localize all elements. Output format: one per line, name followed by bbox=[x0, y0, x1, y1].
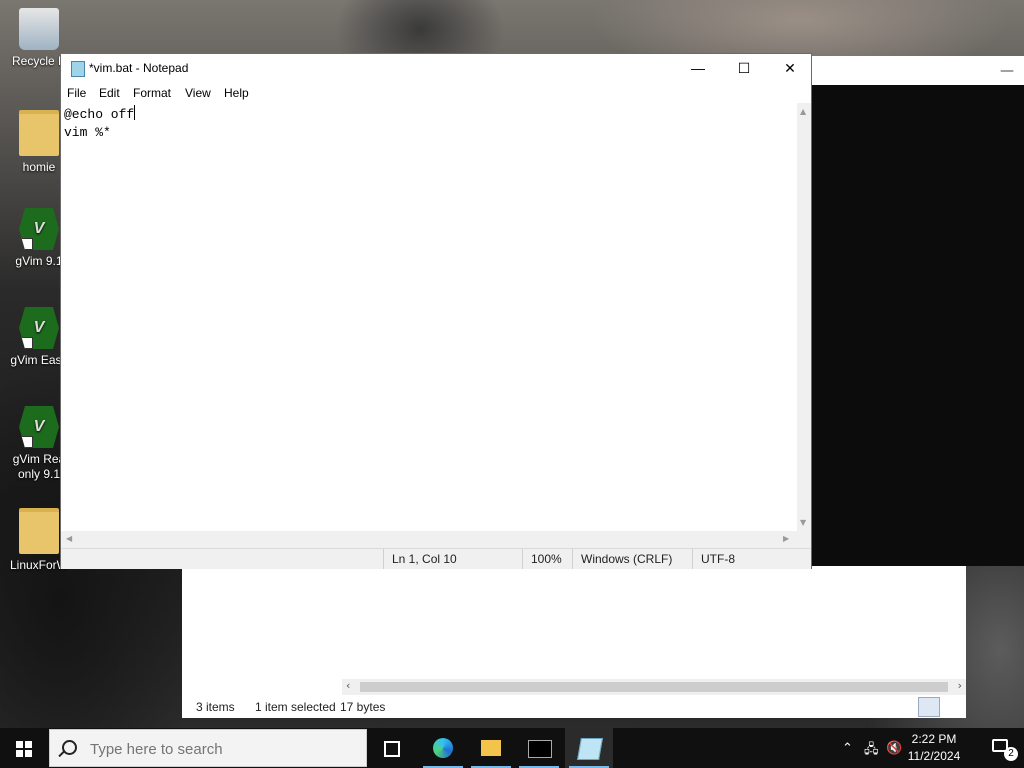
shortcut-arrow-icon bbox=[21, 436, 33, 448]
vim-icon: V bbox=[19, 406, 59, 448]
taskbar: ⌃ 🖧 🔇 2:22 PM 11/2/2024 2 bbox=[0, 728, 1024, 768]
console-window[interactable]: — bbox=[790, 56, 1024, 566]
text-editor[interactable]: @echo off vim %* bbox=[61, 103, 797, 531]
menu-file[interactable]: File bbox=[67, 86, 86, 100]
item-count: 3 items bbox=[196, 700, 235, 714]
large-icons-view-icon[interactable] bbox=[940, 697, 962, 717]
notepad-icon bbox=[71, 61, 85, 77]
shortcut-arrow-icon bbox=[21, 238, 33, 250]
taskbar-notepad[interactable] bbox=[565, 728, 613, 768]
start-button[interactable] bbox=[0, 728, 48, 768]
clock-date: 11/2/2024 bbox=[907, 749, 961, 763]
scroll-left-icon[interactable]: ‹ bbox=[346, 679, 350, 692]
close-button[interactable]: ✕ bbox=[767, 54, 813, 83]
network-icon[interactable]: 🖧 bbox=[864, 740, 879, 762]
scroll-down-icon[interactable]: ▼ bbox=[800, 518, 806, 527]
line-ending: Windows (CRLF) bbox=[572, 549, 692, 569]
minimize-icon[interactable]: — bbox=[1000, 63, 1014, 79]
menu-format[interactable]: Format bbox=[133, 86, 171, 100]
text-line: @echo off bbox=[64, 105, 136, 122]
horizontal-scrollbar[interactable]: ‹ › bbox=[342, 679, 966, 695]
taskbar-edge[interactable] bbox=[419, 728, 467, 768]
explorer-status-bar: 3 items 1 item selected 17 bytes bbox=[182, 695, 966, 718]
search-box[interactable] bbox=[49, 729, 367, 767]
windows-logo-icon bbox=[16, 741, 32, 757]
zoom-level: 100% bbox=[522, 549, 572, 569]
edge-icon bbox=[433, 738, 453, 758]
file-explorer-window[interactable]: ‹ › 3 items 1 item selected 17 bytes bbox=[182, 566, 966, 718]
vertical-scrollbar[interactable]: ▲ ▼ bbox=[797, 103, 811, 531]
selection-size: 17 bytes bbox=[340, 700, 386, 714]
search-icon bbox=[62, 740, 77, 755]
notepad-icon bbox=[577, 738, 603, 760]
action-center-button[interactable]: 2 bbox=[992, 737, 1018, 761]
volume-muted-icon[interactable]: 🔇 bbox=[886, 740, 902, 756]
menu-edit[interactable]: Edit bbox=[99, 86, 120, 100]
system-tray: ⌃ 🖧 🔇 2:22 PM 11/2/2024 2 bbox=[824, 728, 1024, 768]
status-bar: Ln 1, Col 10 100% Windows (CRLF) UTF-8 bbox=[61, 548, 811, 569]
terminal-icon bbox=[528, 740, 552, 758]
scroll-thumb[interactable] bbox=[360, 682, 948, 692]
menu-bar: File Edit Format View Help bbox=[61, 83, 811, 103]
selection-count: 1 item selected bbox=[255, 700, 336, 714]
encoding: UTF-8 bbox=[692, 549, 811, 569]
chevron-up-icon[interactable]: ⌃ bbox=[842, 740, 853, 756]
folder-icon bbox=[19, 110, 59, 156]
vim-icon: V bbox=[19, 307, 59, 349]
folder-icon bbox=[481, 740, 501, 756]
clock[interactable]: 2:22 PM 11/2/2024 bbox=[902, 731, 966, 765]
clock-time: 2:22 PM bbox=[911, 732, 957, 746]
scroll-right-icon[interactable]: › bbox=[958, 679, 962, 692]
taskbar-terminal[interactable] bbox=[515, 728, 563, 768]
shortcut-arrow-icon bbox=[21, 337, 33, 349]
title-bar[interactable]: *vim.bat - Notepad — ☐ ✕ bbox=[61, 54, 811, 83]
notification-badge: 2 bbox=[1004, 747, 1018, 761]
menu-view[interactable]: View bbox=[185, 86, 211, 100]
minimize-button[interactable]: — bbox=[675, 54, 721, 83]
horizontal-scrollbar[interactable]: ◀ ▶ bbox=[61, 531, 811, 548]
text-line: vim %* bbox=[64, 125, 111, 140]
task-view-icon bbox=[384, 741, 400, 757]
notepad-window[interactable]: *vim.bat - Notepad — ☐ ✕ File Edit Forma… bbox=[60, 53, 812, 569]
scroll-left-icon[interactable]: ◀ bbox=[66, 534, 72, 543]
maximize-button[interactable]: ☐ bbox=[721, 54, 767, 83]
cursor-position: Ln 1, Col 10 bbox=[383, 549, 522, 569]
menu-help[interactable]: Help bbox=[224, 86, 249, 100]
folder-icon bbox=[19, 508, 59, 554]
recycle-bin-icon bbox=[19, 8, 59, 50]
search-input[interactable] bbox=[88, 738, 352, 760]
vim-icon: V bbox=[19, 208, 59, 250]
taskbar-file-explorer[interactable] bbox=[467, 728, 515, 768]
scroll-up-icon[interactable]: ▲ bbox=[800, 107, 806, 116]
task-view-button[interactable] bbox=[368, 728, 416, 768]
window-title: *vim.bat - Notepad bbox=[89, 61, 189, 75]
text-caret bbox=[134, 105, 136, 120]
details-view-icon[interactable] bbox=[918, 697, 940, 717]
scroll-right-icon[interactable]: ▶ bbox=[783, 534, 789, 543]
